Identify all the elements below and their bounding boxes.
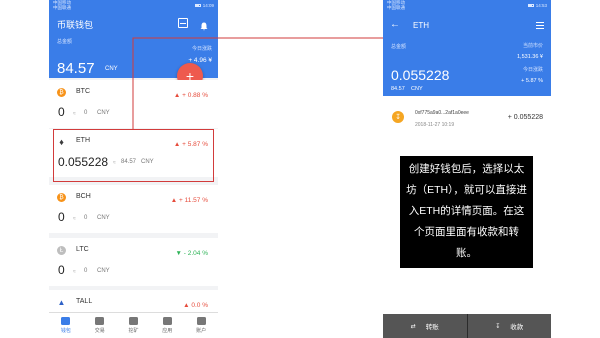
asset-card[interactable]: ₿ BTC ▲ + 0.88 % 0 ≈0 CNY (49, 80, 218, 128)
wallet-icon (61, 317, 71, 325)
transfer-label: 转账 (425, 324, 439, 331)
bitcoin-cash-icon: ₿ (57, 193, 66, 202)
asset-card[interactable]: ₿ BCH ▲ + 11.57 % 0 ≈0 CNY (49, 185, 218, 233)
receive-icon: ↧ (392, 111, 404, 123)
total-currency: CNY (105, 66, 118, 72)
coin-approx: ≈ (73, 216, 76, 222)
instruction-caption: 创建好钱包后，选择以太坊（ETH），就可以直接进入ETH的详情页面。在这个页面里… (400, 156, 533, 268)
tall-icon: ▲ (57, 298, 66, 307)
coin-fiat: 0 (84, 110, 88, 116)
total-label: 总金额 (391, 44, 407, 50)
apps-icon (162, 317, 172, 325)
triangle-up-icon: ▲ (173, 92, 183, 99)
eth-fiat-value: 84.57 (391, 86, 405, 92)
download-icon: ↧ (495, 323, 501, 330)
status-bar: 中国移动 中国联通 14:09 (49, 0, 218, 10)
litecoin-icon: Ł (57, 246, 66, 255)
trade-icon (95, 317, 105, 325)
today-change-value: + 5.87 % (521, 78, 543, 84)
coin-change: ▼ - 2.04 % (176, 250, 208, 257)
account-icon (196, 317, 206, 325)
coin-amount: 0 (58, 105, 65, 119)
nav-label: 挖矿 (128, 328, 139, 334)
nav-account[interactable]: 账户 (184, 313, 218, 338)
eth-highlight-box (53, 129, 214, 182)
coin-name: LTC (76, 246, 89, 253)
transaction-amount: + 0.055228 (507, 114, 543, 121)
receive-label: 收款 (510, 324, 524, 331)
page-title: ETH (413, 21, 429, 30)
action-bar: ⇄ 转账 ↧ 收款 (383, 314, 551, 338)
today-change-label: 今日涨跌 (522, 67, 543, 73)
coin-fiat-currency: CNY (97, 110, 110, 116)
eth-fiat-currency: CNY (411, 86, 423, 92)
coin-name: TALL (76, 298, 93, 305)
asset-card[interactable]: Ł LTC ▼ - 2.04 % 0 ≈0 CNY (49, 238, 218, 286)
today-change-label: 今日涨跌 (191, 46, 212, 52)
coin-change-value: + 11.57 % (179, 197, 208, 204)
bitcoin-icon: ₿ (57, 88, 66, 97)
transfer-icon: ⇄ (410, 323, 416, 330)
coin-amount: 0 (58, 263, 65, 277)
menu-icon[interactable] (536, 22, 544, 29)
page-title: 币联钱包 (57, 20, 94, 30)
coin-fiat: 0 (84, 268, 88, 274)
battery-icon (527, 3, 534, 7)
coin-change-value: 0.0 % (191, 302, 208, 309)
transaction-hash: 0xf775a9a0...2af1a0eee (415, 110, 469, 116)
status-time: 14:09 (202, 2, 214, 8)
status-time: 14:53 (535, 2, 547, 8)
receive-button[interactable]: ↧ 收款 (467, 314, 551, 338)
coin-fiat-currency: CNY (97, 268, 110, 274)
nav-label: 账户 (196, 328, 207, 334)
coin-change: ▲ 0.0 % (183, 302, 208, 309)
battery-icon (194, 3, 201, 7)
coin-name: BCH (76, 193, 91, 200)
coin-change: ▲ + 0.88 % (174, 92, 208, 99)
eth-amount: 0.055228 (391, 67, 450, 83)
coin-change-value: - 2.04 % (183, 250, 208, 257)
latest-price-value: 1,531.36 ¥ (517, 54, 543, 60)
nav-trade[interactable]: 交易 (83, 313, 117, 338)
bell-icon[interactable] (200, 18, 208, 31)
coin-name: BTC (76, 88, 90, 95)
coin-change-value: + 0.88 % (182, 92, 208, 99)
total-value: 84.57 (57, 60, 95, 77)
back-arrow-icon[interactable]: ← (390, 20, 400, 30)
nav-label: 钱包 (60, 328, 71, 334)
coin-approx: ≈ (73, 111, 76, 117)
triangle-up-icon: ▲ (170, 197, 180, 204)
coin-approx: ≈ (73, 269, 76, 275)
nav-wallet[interactable]: 钱包 (49, 313, 83, 338)
status-bar: 中国移动 中国联通 14:53 (383, 0, 551, 10)
transfer-button[interactable]: ⇄ 转账 (383, 314, 467, 338)
coin-amount: 0 (58, 210, 65, 224)
coin-fiat-currency: CNY (97, 215, 110, 221)
mining-icon (128, 317, 138, 325)
nav-mining[interactable]: 挖矿 (117, 313, 151, 338)
bottom-nav: 钱包 交易 挖矿 应用 账户 (49, 312, 218, 338)
transaction-row[interactable]: ↧ 0xf775a9a0...2af1a0eee 2018-11-27 10:1… (383, 102, 551, 134)
coin-fiat: 0 (84, 215, 88, 221)
nav-apps[interactable]: 应用 (150, 313, 184, 338)
eth-header: ← ETH 总金额 当前市价 1,531.36 ¥ 今日涨跌 + 5.87 % … (383, 10, 551, 96)
coin-change: ▲ + 11.57 % (171, 197, 208, 204)
triangle-down-icon: ▼ (175, 250, 184, 257)
scan-icon[interactable] (178, 18, 188, 28)
nav-label: 应用 (162, 328, 173, 334)
nav-label: 交易 (94, 328, 105, 334)
transaction-date: 2018-11-27 10:19 (415, 122, 455, 128)
latest-price-label: 当前市价 (522, 43, 543, 49)
total-label: 总金额 (57, 39, 73, 45)
